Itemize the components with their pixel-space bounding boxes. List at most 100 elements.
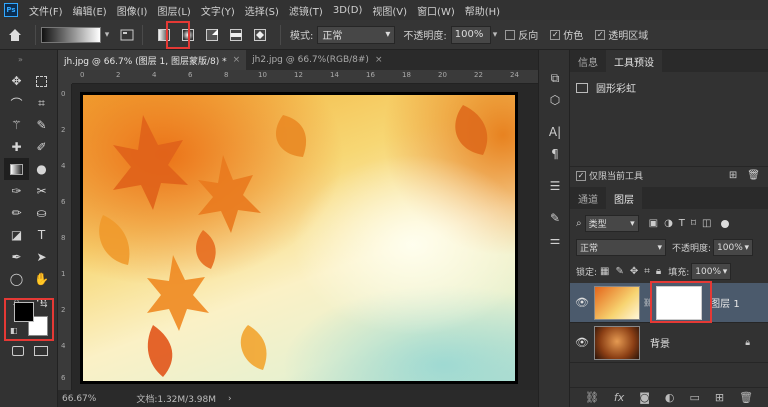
gradient-picker-chevron-icon[interactable]: ▾ xyxy=(101,30,113,40)
menu-filter[interactable]: 滤镜(T) xyxy=(284,3,328,18)
history-brush-tool-icon[interactable]: ✑ xyxy=(4,180,29,202)
tab-tool-presets[interactable]: 工具预设 xyxy=(606,50,662,72)
shape-filter-icon[interactable]: ⌑ xyxy=(691,218,696,229)
reflected-gradient-icon[interactable] xyxy=(226,25,246,45)
ellipse-tool-icon[interactable]: ◯ xyxy=(4,268,29,290)
layer-style-fx-icon[interactable]: fx xyxy=(614,391,624,404)
type-filter-icon[interactable]: T xyxy=(679,218,685,229)
preset-item[interactable]: 圆形彩虹 xyxy=(576,80,636,95)
lasso-tool-icon[interactable]: ⌒ xyxy=(4,92,29,114)
layer-name[interactable]: 背景 xyxy=(650,335,670,350)
fill-input[interactable]: 100% ▾ xyxy=(691,263,732,280)
opacity-input[interactable]: 100% xyxy=(450,25,491,44)
lock-all-icon[interactable]: 🔒︎ xyxy=(656,266,661,277)
ruler-label: 20 xyxy=(438,71,447,79)
add-mask-icon[interactable]: ◙ xyxy=(639,391,650,404)
tab-channels[interactable]: 通道 xyxy=(570,187,606,209)
healing-brush-tool-icon[interactable]: ✚ xyxy=(4,136,29,158)
3d-icon[interactable]: ⬡ xyxy=(545,90,565,110)
character-icon[interactable]: A| xyxy=(545,122,565,142)
collapse-icon[interactable]: » xyxy=(18,55,23,64)
brush-settings-icon[interactable]: ✎ xyxy=(545,208,565,228)
pixel-filter-icon[interactable]: ▣ xyxy=(649,218,658,229)
crop-tool-icon[interactable]: ⌗ xyxy=(29,92,54,114)
pen-tool-icon[interactable]: ✒ xyxy=(4,246,29,268)
reverse-checkbox[interactable] xyxy=(505,29,516,40)
magic-wand-tool-icon[interactable]: ⚚ xyxy=(4,114,29,136)
angle-gradient-icon[interactable] xyxy=(202,25,222,45)
eraser-tool-icon[interactable]: ◪ xyxy=(4,224,29,246)
smart-object-filter-icon[interactable]: ◫ xyxy=(702,218,711,229)
ruler-horizontal[interactable]: 0 2 4 6 8 10 12 14 16 18 20 22 24 xyxy=(72,70,538,84)
gradient-settings-icon[interactable] xyxy=(117,25,137,45)
menu-type[interactable]: 文字(Y) xyxy=(196,3,240,18)
type-tool-icon[interactable]: T xyxy=(29,224,54,246)
layer-opacity-input[interactable]: 100% ▾ xyxy=(713,239,754,256)
tab-jh2[interactable]: jh2.jpg @ 66.7%(RGB/8#) × xyxy=(246,50,388,70)
screen-mode-icon[interactable] xyxy=(34,346,48,356)
delete-layer-icon[interactable]: 🗑︎ xyxy=(739,391,753,404)
blur-tool-icon[interactable]: ● xyxy=(29,158,54,180)
visibility-eye-icon[interactable]: 👁︎ xyxy=(570,296,594,309)
chevron-down-icon: ▾ xyxy=(385,29,391,40)
layer-row[interactable]: 👁︎ 背景 🔒︎ xyxy=(570,323,768,363)
marquee-tool-icon[interactable] xyxy=(29,70,54,92)
brush-tool-icon[interactable]: ✐ xyxy=(29,136,54,158)
path-select-tool-icon[interactable]: ✂ xyxy=(29,180,54,202)
dither-checkbox[interactable]: ✓ xyxy=(550,29,561,40)
menu-layer[interactable]: 图层(L) xyxy=(152,3,195,18)
menu-image[interactable]: 图像(I) xyxy=(112,3,153,18)
tab-jh[interactable]: jh.jpg @ 66.7% (图层 1, 图层蒙版/8) * × xyxy=(58,50,247,70)
lock-artboard-icon[interactable]: ⌗ xyxy=(644,266,650,277)
home-icon[interactable] xyxy=(0,20,30,50)
hand-tool-icon[interactable]: ✋ xyxy=(29,268,54,290)
adjustment-filter-icon[interactable]: ◑ xyxy=(664,218,673,229)
ruler-vertical[interactable]: 0 2 4 6 8 1 2 4 6 xyxy=(58,84,72,390)
new-layer-icon[interactable]: ⊞ xyxy=(715,391,724,404)
layer-name[interactable]: 图层 1 xyxy=(710,295,740,310)
tab-layers[interactable]: 图层 xyxy=(606,187,642,209)
diamond-gradient-icon[interactable] xyxy=(250,25,270,45)
tab-info[interactable]: 信息 xyxy=(570,50,606,72)
quick-mask-icon[interactable] xyxy=(12,346,24,356)
menu-window[interactable]: 窗口(W) xyxy=(412,3,460,18)
menu-file[interactable]: 文件(F) xyxy=(24,3,68,18)
gradient-tool-icon[interactable] xyxy=(4,158,29,180)
eyedropper-tool-icon[interactable]: ✎ xyxy=(29,114,54,136)
close-icon[interactable]: × xyxy=(375,55,383,65)
lock-position-icon[interactable]: ✥ xyxy=(630,266,638,277)
layer-filter-select[interactable]: 类型 ▾ xyxy=(584,215,639,232)
close-icon[interactable]: × xyxy=(233,55,241,65)
direct-select-tool-icon[interactable]: ➤ xyxy=(29,246,54,268)
adjustments-icon[interactable]: ☰ xyxy=(545,176,565,196)
lock-pixels-icon[interactable]: ✎ xyxy=(616,266,624,277)
menu-3d[interactable]: 3D(D) xyxy=(328,5,368,16)
new-group-icon[interactable]: ▭ xyxy=(690,391,700,404)
chevron-down-icon[interactable]: ▾ xyxy=(493,30,498,40)
zoom-level[interactable]: 66.67% xyxy=(62,394,96,404)
pen-brush-tool-icon[interactable]: ✏ xyxy=(4,202,29,224)
current-tool-only-checkbox[interactable]: ✓ xyxy=(576,170,586,181)
properties-icon[interactable]: ⚌ xyxy=(545,230,565,250)
menu-view[interactable]: 视图(V) xyxy=(367,3,412,18)
gradient-preview[interactable] xyxy=(41,26,101,43)
visibility-eye-icon[interactable]: 👁︎ xyxy=(570,336,594,349)
document-canvas[interactable] xyxy=(80,92,518,384)
move-tool-icon[interactable]: ✥ xyxy=(4,70,29,92)
menu-help[interactable]: 帮助(H) xyxy=(460,3,505,18)
blend-mode-select[interactable]: 正常 ▾ xyxy=(576,239,666,256)
new-preset-icon[interactable]: ⊞ xyxy=(729,170,737,181)
status-expand-icon[interactable]: › xyxy=(228,394,232,404)
link-layers-icon[interactable]: ⛓ xyxy=(585,391,599,404)
transparency-checkbox[interactable]: ✓ xyxy=(595,29,606,40)
adjustment-layer-icon[interactable]: ◐ xyxy=(665,391,675,404)
paragraph-icon[interactable]: ¶ xyxy=(545,144,565,164)
stamp-tool-icon[interactable]: ⛀ xyxy=(29,202,54,224)
menu-edit[interactable]: 编辑(E) xyxy=(68,3,112,18)
mode-select[interactable]: 正常 ▾ xyxy=(317,25,396,44)
trash-icon[interactable]: 🗑︎ xyxy=(747,170,760,181)
history-icon[interactable]: ⧉ xyxy=(545,68,565,88)
lock-transparent-icon[interactable]: ▦ xyxy=(600,266,609,277)
menu-select[interactable]: 选择(S) xyxy=(240,3,284,18)
filter-toggle-icon[interactable] xyxy=(720,219,729,228)
